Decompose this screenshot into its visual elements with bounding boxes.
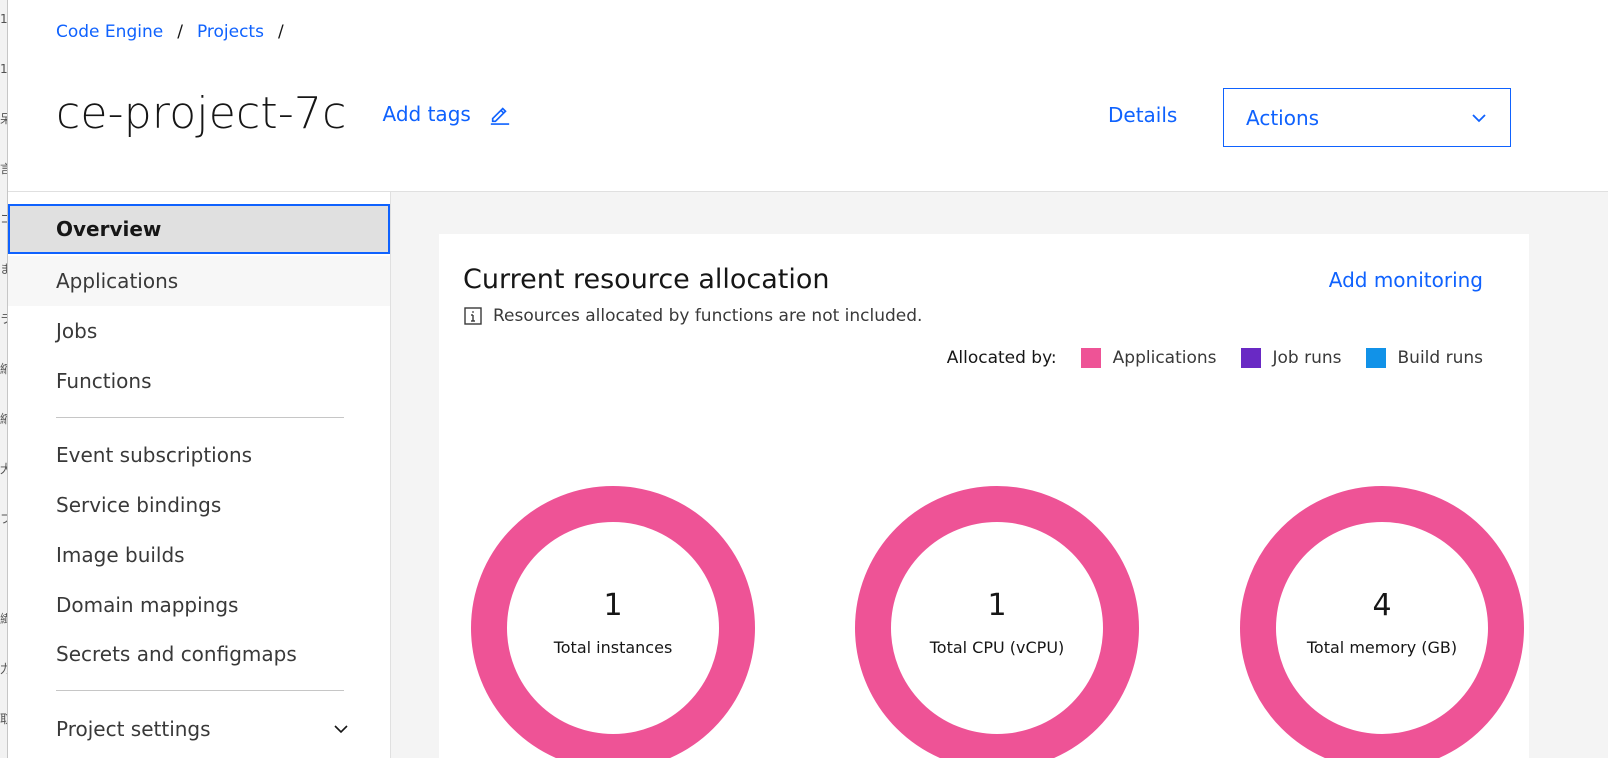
nav-item-label: Event subscriptions	[56, 443, 253, 467]
breadcrumb-projects[interactable]: Projects	[197, 22, 264, 42]
breadcrumb-separator: /	[277, 22, 284, 42]
donut-value: 4	[1372, 588, 1392, 623]
strip-glyph: 呆	[0, 112, 7, 126]
nav-item-label: Service bindings	[56, 493, 222, 517]
nav-item-overview[interactable]: Overview	[8, 204, 390, 254]
actions-label: Actions	[1246, 105, 1320, 130]
strip-glyph: 縮	[0, 412, 7, 426]
legend-item-job-runs: Job runs	[1240, 348, 1342, 368]
card-title: Current resource allocation	[463, 264, 830, 295]
legend-swatch	[1365, 348, 1386, 368]
donut-total-cpu: 1 Total CPU (vCPU)	[855, 486, 1139, 758]
strip-glyph: コ	[0, 212, 7, 226]
donut-label: Total memory (GB)	[1306, 638, 1458, 657]
strip-glyph: 縮	[0, 362, 7, 376]
nav-item-label: Functions	[56, 369, 152, 393]
pencil-icon	[490, 106, 509, 125]
strip-glyph: ま	[0, 262, 7, 276]
resource-allocation-card: Current resource allocation Add monitori…	[439, 234, 1529, 758]
breadcrumb-separator: /	[177, 22, 183, 42]
nav-item-label: Jobs	[56, 319, 98, 343]
background-window-strip: 1 1 呆 言 コ ま ラ 縮 縮 大 フ 繊 力 取	[0, 0, 8, 758]
strip-glyph: フ	[0, 512, 7, 526]
nav-item-label: Secrets and configmaps	[56, 642, 297, 666]
nav-item-image-builds[interactable]: Image builds	[8, 530, 390, 580]
info-note-text: Resources allocated by functions are not…	[493, 306, 923, 326]
title-row: ce-project-7c Add tags	[56, 88, 511, 139]
nav-item-domain-mappings[interactable]: Domain mappings	[8, 580, 390, 630]
add-tags-label: Add tags	[382, 101, 471, 126]
nav-item-project-settings[interactable]: Project settings	[8, 704, 390, 754]
donut-label: Total CPU (vCPU)	[929, 638, 1065, 657]
info-note: Resources allocated by functions are not…	[463, 306, 922, 326]
page-header: Code Engine / Projects / ce-project-7c A…	[8, 0, 1608, 192]
legend-label: Allocated by:	[946, 348, 1057, 368]
donut-total-memory: 4 Total memory (GB)	[1240, 486, 1524, 758]
strip-glyph: 1	[0, 62, 8, 76]
donut-total-instances: 1 Total instances	[471, 486, 755, 758]
nav-item-label: Domain mappings	[56, 593, 239, 617]
actions-dropdown[interactable]: Actions	[1223, 88, 1511, 147]
nav-divider	[56, 690, 344, 691]
legend: Allocated by: Applications Job runs Buil…	[947, 348, 1483, 368]
add-tags-button[interactable]: Add tags	[383, 102, 511, 126]
add-monitoring-link[interactable]: Add monitoring	[1329, 268, 1483, 292]
legend-swatch	[1080, 348, 1101, 368]
legend-swatch	[1240, 348, 1261, 368]
details-link[interactable]: Details	[1108, 103, 1177, 127]
breadcrumb-code-engine[interactable]: Code Engine	[56, 22, 163, 42]
nav-item-jobs[interactable]: Jobs	[8, 306, 390, 356]
nav-item-label: Image builds	[56, 543, 185, 567]
chevron-down-icon	[334, 725, 348, 734]
donut-value: 1	[603, 588, 623, 623]
legend-item-applications: Applications	[1080, 348, 1217, 368]
side-nav: Overview Applications Jobs Functions Eve…	[8, 192, 391, 758]
legend-item-label: Build runs	[1397, 348, 1483, 368]
breadcrumb: Code Engine / Projects /	[56, 22, 298, 42]
legend-item-label: Job runs	[1272, 348, 1342, 368]
nav-item-service-bindings[interactable]: Service bindings	[8, 480, 390, 530]
nav-item-label: Overview	[56, 217, 162, 241]
nav-item-label: Project settings	[56, 717, 211, 741]
strip-glyph: 力	[0, 662, 7, 676]
strip-glyph: 言	[0, 162, 7, 176]
donut-label: Total instances	[553, 638, 673, 657]
legend-item-build-runs: Build runs	[1365, 348, 1483, 368]
nav-item-secrets-and-configmaps[interactable]: Secrets and configmaps	[8, 629, 390, 679]
strip-glyph: ラ	[0, 312, 7, 326]
nav-item-event-subscriptions[interactable]: Event subscriptions	[8, 430, 390, 480]
information-icon	[464, 307, 482, 325]
nav-item-functions[interactable]: Functions	[8, 356, 390, 406]
page-title: ce-project-7c	[56, 88, 347, 139]
strip-glyph: 繊	[0, 612, 7, 626]
strip-glyph: 1	[0, 12, 8, 26]
nav-item-applications[interactable]: Applications	[8, 256, 390, 306]
nav-item-label: Applications	[56, 269, 179, 293]
donut-value: 1	[987, 588, 1007, 623]
page: 1 1 呆 言 コ ま ラ 縮 縮 大 フ 繊 力 取 Code Engine …	[0, 0, 1608, 758]
legend-item-label: Applications	[1112, 348, 1217, 368]
strip-glyph: 大	[0, 462, 7, 476]
nav-divider	[56, 417, 344, 418]
strip-glyph: 取	[0, 712, 7, 726]
chevron-down-icon	[1472, 113, 1486, 122]
main-content: Current resource allocation Add monitori…	[391, 192, 1608, 758]
